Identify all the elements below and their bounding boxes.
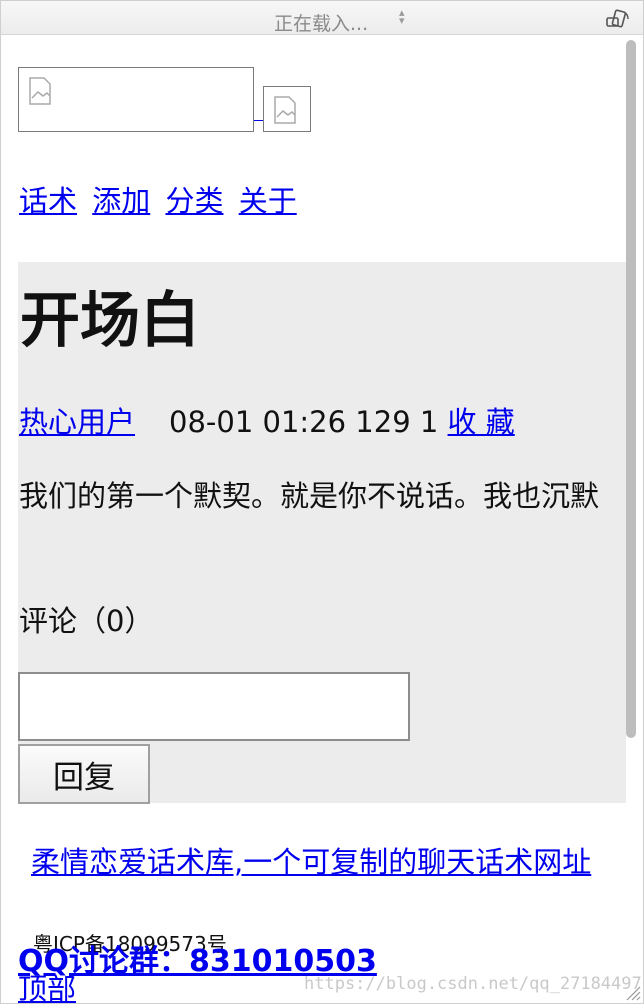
site-home-link[interactable]: 柔情恋爱话术库,一个可复制的聊天话术网址 bbox=[31, 840, 621, 884]
nav-link-add[interactable]: 添加 bbox=[92, 184, 150, 218]
logo-link[interactable] bbox=[254, 120, 263, 121]
window-resize-icon[interactable] bbox=[623, 983, 641, 1001]
post-meta-text: 08-01 01:26 129 1 bbox=[169, 405, 439, 439]
site-logo-image[interactable] bbox=[18, 67, 254, 132]
comments-label: 评论（0） bbox=[19, 604, 154, 638]
favorite-link[interactable]: 收 藏 bbox=[448, 405, 515, 439]
post-meta: 热心用户 08-01 01:26 129 1 收 藏 bbox=[19, 399, 515, 441]
post-card: 开场白 热心用户 08-01 01:26 129 1 收 藏 我们的第一个默契。就… bbox=[18, 262, 626, 804]
broken-image-icon bbox=[274, 96, 296, 124]
broken-image-icon bbox=[29, 77, 51, 105]
post-title: 开场白 bbox=[20, 286, 200, 356]
reply-textarea[interactable] bbox=[18, 672, 410, 741]
nav-link-about[interactable]: 关于 bbox=[239, 184, 297, 218]
nav-link-categories[interactable]: 分类 bbox=[165, 184, 223, 218]
nav-link-scripts[interactable]: 话术 bbox=[19, 184, 77, 218]
watermark: https://blog.csdn.net/qq_27184497 bbox=[304, 974, 642, 994]
main-nav: 话术 添加 分类 关于 bbox=[19, 178, 303, 220]
rotate-device-icon[interactable] bbox=[605, 8, 631, 30]
browser-topbar: 正在载入... ▴ ▾ bbox=[1, 1, 643, 35]
banner-image[interactable] bbox=[263, 86, 311, 132]
scrollbar[interactable] bbox=[626, 40, 636, 738]
chevron-up-down-icon[interactable]: ▴ ▾ bbox=[399, 7, 405, 26]
author-link[interactable]: 热心用户 bbox=[19, 405, 135, 439]
post-content: 我们的第一个默契。就是你不说话。我也沉默 bbox=[19, 479, 600, 513]
loading-title: 正在载入... bbox=[274, 13, 369, 35]
reply-button[interactable]: 回复 bbox=[18, 744, 150, 804]
back-to-top-link[interactable]: 顶部 bbox=[18, 966, 76, 1008]
